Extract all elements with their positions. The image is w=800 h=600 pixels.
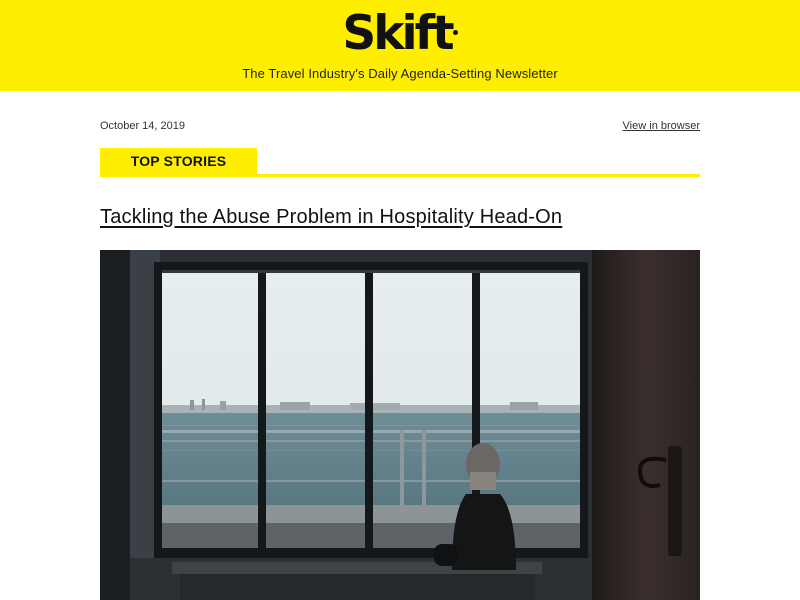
story-hero-image[interactable]: [100, 250, 700, 600]
meta-row: October 14, 2019 View in browser: [100, 120, 700, 136]
newsletter-header: Skift The Travel Industry's Daily Agenda…: [0, 0, 800, 91]
story-headline-link[interactable]: Tackling the Abuse Problem in Hospitalit…: [100, 206, 700, 229]
newsletter-tagline: The Travel Industry's Daily Agenda-Setti…: [242, 66, 558, 81]
view-in-browser-link[interactable]: View in browser: [623, 120, 700, 132]
skift-logo[interactable]: Skift: [0, 6, 800, 62]
logo-dot-icon: [452, 30, 458, 35]
logo-text: Skift: [342, 6, 454, 61]
section-header: TOP STORIES: [100, 148, 700, 177]
section-label-top-stories: TOP STORIES: [100, 148, 257, 174]
hero-photo-icon: [100, 250, 700, 600]
issue-date: October 14, 2019: [100, 120, 186, 132]
